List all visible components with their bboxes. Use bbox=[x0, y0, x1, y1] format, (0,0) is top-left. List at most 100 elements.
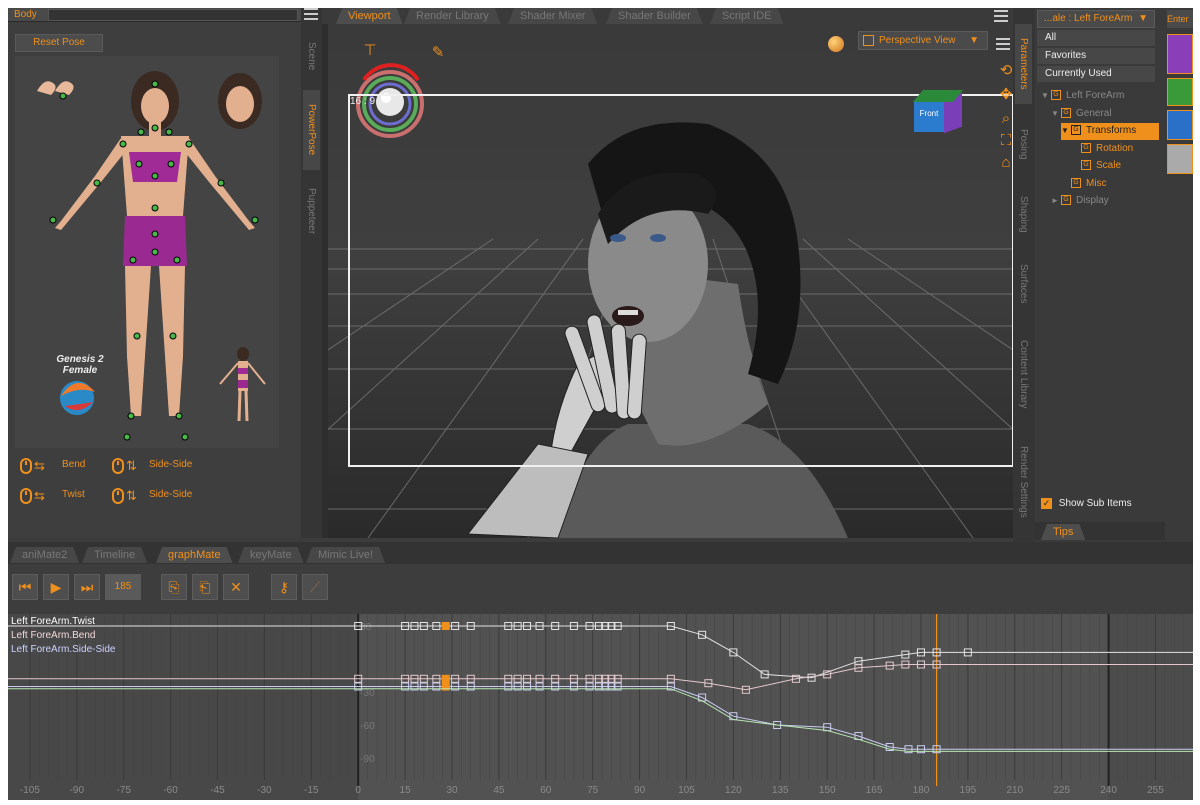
tab-surfaces[interactable]: Surfaces bbox=[1015, 254, 1032, 314]
body-dropdown[interactable]: Body bbox=[8, 8, 301, 22]
tab-tips[interactable]: Tips bbox=[1041, 524, 1085, 540]
tab-scene[interactable]: Scene bbox=[303, 26, 320, 86]
tab-content-library[interactable]: Content Library bbox=[1015, 324, 1032, 424]
filter-all[interactable]: All bbox=[1037, 30, 1155, 46]
x-axis-tick-label: 45 bbox=[493, 785, 505, 796]
reset-pose-button[interactable]: Reset Pose bbox=[15, 34, 103, 52]
tab-animate2[interactable]: aniMate2 bbox=[10, 547, 79, 563]
expand-down-icon[interactable]: ▼ bbox=[1041, 88, 1051, 104]
viewport-menu-icon[interactable] bbox=[994, 10, 1008, 22]
tree-item-scale[interactable]: G Scale bbox=[1071, 158, 1159, 175]
3d-viewport[interactable]: 16 : 9 ⊤ ✎ Perspective View ▼ Front ⟲ ✥ … bbox=[328, 24, 1013, 538]
view-mode-select[interactable]: Perspective View ▼ bbox=[858, 31, 988, 50]
tab-mimic-live[interactable]: Mimic Live! bbox=[306, 547, 385, 563]
tree-item-display[interactable]: ► G Display bbox=[1051, 193, 1159, 210]
tree-item-left-forearm[interactable]: ▼ G Left ForeArm bbox=[1041, 88, 1159, 105]
side-side-label: Side-Side bbox=[149, 489, 193, 500]
x-axis-tick-label: 75 bbox=[587, 785, 599, 796]
morph-icon-blue[interactable] bbox=[1167, 110, 1193, 140]
tab-parameters[interactable]: Parameters bbox=[1015, 24, 1032, 104]
current-frame-field[interactable]: 185 bbox=[105, 574, 141, 600]
small-figure-icon[interactable] bbox=[219, 347, 266, 422]
node-select[interactable]: ...ale : Left ForeArm ▼ bbox=[1037, 10, 1155, 28]
group-icon: G bbox=[1071, 125, 1081, 136]
tab-keymate[interactable]: keyMate bbox=[238, 547, 304, 563]
aspect-ratio-label: 16 : 9 bbox=[350, 96, 376, 107]
move-gizmo-icon[interactable]: ⊤ bbox=[360, 42, 380, 60]
paste-icon[interactable]: ⎗ bbox=[192, 574, 218, 600]
zoom-icon[interactable]: ⌕ bbox=[996, 110, 1013, 128]
x-axis-tick-label: -45 bbox=[210, 785, 225, 796]
draw-style-icon[interactable] bbox=[828, 36, 844, 52]
curve-icon[interactable]: ⟋ bbox=[302, 574, 328, 600]
expand-right-icon[interactable]: ► bbox=[1051, 193, 1061, 209]
go-to-end-icon[interactable]: ⏭ bbox=[74, 574, 100, 600]
orbit-icon[interactable]: ⟲ bbox=[996, 62, 1013, 80]
checkmark-icon: ✓ bbox=[1041, 498, 1052, 509]
show-sub-items-checkbox[interactable]: ✓ Show Sub Items bbox=[1041, 498, 1132, 509]
tree-item-general[interactable]: ▼ G General bbox=[1051, 106, 1159, 123]
graphmate-pane: aniMate2 Timeline graphMate keyMate Mimi… bbox=[8, 542, 1193, 800]
group-icon: G bbox=[1071, 177, 1081, 188]
curve-label-side-side[interactable]: Left ForeArm.Side-Side bbox=[11, 643, 116, 656]
filter-favorites[interactable]: Favorites bbox=[1037, 48, 1155, 64]
pin-icon[interactable]: ✎ bbox=[428, 44, 448, 62]
tree-item-transforms[interactable]: ▼ G Transforms bbox=[1061, 123, 1159, 140]
x-axis-tick-label: 120 bbox=[725, 785, 742, 796]
tab-shader-builder[interactable]: Shader Builder bbox=[606, 8, 703, 24]
tips-tab-bar: Tips bbox=[1035, 522, 1165, 540]
play-icon[interactable]: ▶ bbox=[43, 574, 69, 600]
morph-icon-green[interactable] bbox=[1167, 78, 1193, 106]
curve-graph[interactable]: 30 -30 -60 -90 -105 -90 -75 -60 -45 -30 -15 0 15 30 45… bbox=[8, 614, 1193, 800]
tab-posing[interactable]: Posing bbox=[1015, 114, 1032, 174]
tree-item-misc[interactable]: G Misc bbox=[1061, 176, 1159, 193]
curve-label-twist[interactable]: Left ForeArm.Twist bbox=[11, 615, 95, 628]
expand-down-icon[interactable]: ▼ bbox=[1061, 123, 1071, 139]
selected-key bbox=[441, 674, 450, 683]
tab-powerpose[interactable]: PowerPose bbox=[303, 90, 320, 170]
vertical-arrows-icon: ⇅ bbox=[126, 458, 137, 473]
figure-name-label: Genesis 2 Female bbox=[56, 354, 104, 376]
x-axis-tick-label: -90 bbox=[70, 785, 85, 796]
tab-render-library[interactable]: Render Library bbox=[404, 8, 501, 24]
x-axis-tick-label: 90 bbox=[634, 785, 646, 796]
daz-logo-icon bbox=[60, 381, 95, 415]
tab-puppeteer[interactable]: Puppeteer bbox=[303, 176, 320, 246]
frame-icon[interactable]: ⛶ bbox=[996, 132, 1013, 150]
morph-icon-purple[interactable] bbox=[1167, 34, 1193, 74]
tab-shader-mixer[interactable]: Shader Mixer bbox=[508, 8, 597, 24]
tree-item-rotation[interactable]: G Rotation bbox=[1071, 141, 1159, 158]
viewport-options-icon[interactable] bbox=[996, 38, 1010, 50]
enter-field[interactable]: Enter bbox=[1167, 10, 1193, 28]
horizontal-arrows-icon: ⇆ bbox=[34, 488, 45, 503]
delete-icon[interactable]: ✕ bbox=[223, 574, 249, 600]
curve-label-bend[interactable]: Left ForeArm.Bend bbox=[11, 629, 95, 642]
pan-icon[interactable]: ✥ bbox=[996, 86, 1013, 104]
navigation-cube[interactable]: Front bbox=[908, 88, 964, 138]
powerpose-panel: Body Reset Pose Genesis 2 Female ⇆ Bend … bbox=[8, 8, 301, 538]
tab-script-ide[interactable]: Script IDE bbox=[710, 8, 784, 24]
key-icon[interactable]: ⚷ bbox=[271, 574, 297, 600]
x-axis-tick-label: 135 bbox=[772, 785, 789, 796]
home-icon[interactable]: ⌂ bbox=[996, 154, 1013, 172]
head-portrait-icon[interactable] bbox=[218, 73, 262, 129]
bend-control-row[interactable]: ⇆ Bend ⇅ Side-Side bbox=[16, 456, 286, 476]
horizontal-arrows-icon: ⇆ bbox=[34, 458, 45, 473]
morph-icon-gray[interactable] bbox=[1167, 144, 1193, 174]
hands-icon[interactable] bbox=[37, 81, 74, 100]
twist-control-row[interactable]: ⇆ Twist ⇅ Side-Side bbox=[16, 486, 286, 506]
camera-frame bbox=[348, 94, 1013, 467]
tab-viewport[interactable]: Viewport bbox=[336, 8, 403, 24]
bend-label: Bend bbox=[62, 459, 86, 470]
tab-shaping[interactable]: Shaping bbox=[1015, 184, 1032, 244]
copy-icon[interactable]: ⎘ bbox=[161, 574, 187, 600]
pose-figure-area[interactable]: Genesis 2 Female bbox=[15, 56, 279, 448]
tab-graphmate[interactable]: graphMate bbox=[156, 547, 233, 563]
body-field[interactable] bbox=[48, 9, 298, 21]
go-to-start-icon[interactable]: ⏮ bbox=[12, 574, 38, 600]
expand-down-icon[interactable]: ▼ bbox=[1051, 106, 1061, 122]
tab-timeline[interactable]: Timeline bbox=[82, 547, 147, 563]
left-panel-menu-icon[interactable] bbox=[304, 8, 318, 20]
filter-currently-used[interactable]: Currently Used bbox=[1037, 66, 1155, 82]
tab-render-settings[interactable]: Render Settings bbox=[1015, 434, 1032, 530]
